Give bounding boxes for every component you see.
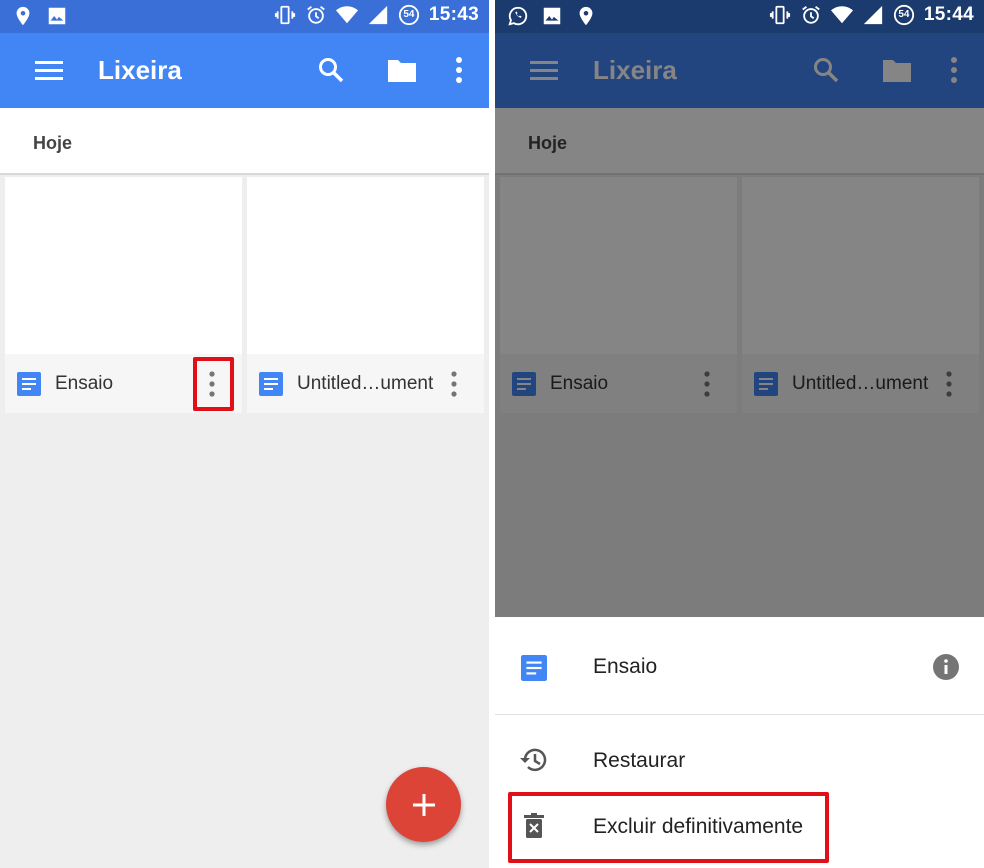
docs-file-icon <box>17 372 41 396</box>
sheet-file-name: Ensaio <box>593 655 658 678</box>
phone-screen-trash-menu: 54 15:44 Lixeira Hoje Ensaio Untitled…um… <box>495 0 984 868</box>
file-thumbnail[interactable] <box>5 177 242 354</box>
file-card[interactable]: Untitled…ument <box>247 177 484 413</box>
battery-level: 54 <box>403 9 415 20</box>
docs-file-icon <box>259 372 283 396</box>
clock: 15:43 <box>428 4 479 25</box>
section-header-today: Hoje <box>0 108 489 175</box>
file-thumbnail[interactable] <box>247 177 484 354</box>
status-bar: 54 15:43 <box>0 0 489 33</box>
battery-level: 54 <box>898 9 910 20</box>
info-icon[interactable] <box>932 653 960 681</box>
file-name: Ensaio <box>55 373 114 394</box>
docs-file-icon <box>521 655 547 681</box>
image-icon <box>543 7 561 25</box>
restore-label: Restaurar <box>593 749 686 772</box>
alarm-icon <box>307 6 325 24</box>
location-pin-icon <box>579 6 593 26</box>
bottom-sheet-menu: Ensaio Restaurar Excluir definitivamente <box>495 617 984 868</box>
image-icon <box>48 7 66 25</box>
menu-icon[interactable] <box>34 57 64 85</box>
wifi-icon <box>830 6 853 24</box>
file-name: Untitled…ument <box>297 373 434 394</box>
modal-scrim[interactable] <box>495 33 984 617</box>
whatsapp-icon <box>508 6 528 26</box>
new-file-fab[interactable] <box>386 767 461 842</box>
section-label: Hoje <box>33 133 73 153</box>
vibrate-icon <box>769 5 790 25</box>
highlight-box <box>508 792 829 863</box>
alarm-icon <box>802 6 820 24</box>
history-icon <box>520 748 547 772</box>
search-icon[interactable] <box>317 56 345 84</box>
vibrate-icon <box>274 5 295 25</box>
restore-menu-item[interactable]: Restaurar <box>495 729 984 793</box>
more-vert-icon[interactable] <box>449 55 469 85</box>
highlight-box <box>193 357 234 411</box>
wifi-icon <box>335 6 358 24</box>
battery-icon: 54 <box>893 4 915 26</box>
signal-icon <box>863 5 883 25</box>
signal-icon <box>368 5 388 25</box>
sheet-file-header: Ensaio <box>495 617 984 715</box>
plus-icon <box>413 794 435 816</box>
location-pin-icon <box>16 6 30 26</box>
phone-screen-trash: 54 15:43 Lixeira Hoje Ensaio Untitled…um… <box>0 0 489 868</box>
page-title: Lixeira <box>98 55 182 85</box>
app-bar: Lixeira <box>0 33 489 108</box>
folder-icon[interactable] <box>386 57 418 85</box>
battery-icon: 54 <box>398 4 420 26</box>
status-bar: 54 15:44 <box>495 0 984 33</box>
file-more-options-icon[interactable] <box>446 370 462 398</box>
file-card-footer: Untitled…ument <box>247 354 484 413</box>
clock: 15:44 <box>923 4 974 25</box>
